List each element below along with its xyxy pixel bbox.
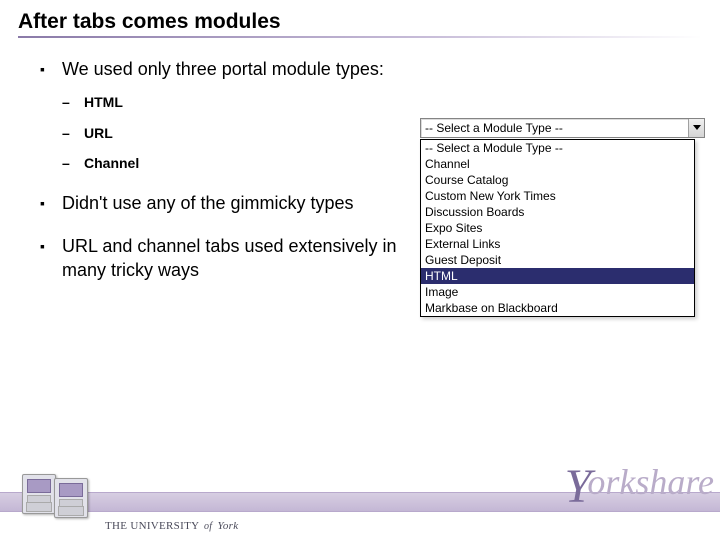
combo-option[interactable]: -- Select a Module Type -- [421, 140, 694, 156]
slide-title: After tabs comes modules [18, 10, 702, 34]
hidden-dropdown-button[interactable] [706, 194, 720, 212]
chevron-down-icon [710, 200, 718, 206]
combo-listbox[interactable]: -- Select a Module Type -- Channel Cours… [420, 139, 695, 317]
bullet-text: We used only three portal module types: [62, 59, 384, 79]
chevron-down-icon [693, 125, 701, 131]
slide: After tabs comes modules We used only th… [0, 0, 720, 540]
university-of: of [204, 521, 212, 532]
logo-y: Y [565, 459, 592, 514]
bullet-item: Didn't use any of the gimmicky types [40, 192, 410, 215]
slide-footer: THE UNIVERSITY of York Yorkshare [0, 472, 720, 540]
bullet-list: We used only three portal module types: … [40, 58, 410, 282]
combo-option[interactable]: Channel [421, 156, 694, 172]
yorkshare-logo: Yorkshare [565, 451, 714, 506]
combo-option[interactable]: Guest Deposit [421, 252, 694, 268]
combo-option[interactable]: Markbase on Blackboard [421, 300, 694, 316]
combo-option[interactable]: Image [421, 284, 694, 300]
server-image [22, 464, 92, 520]
combo-option[interactable]: External Links [421, 236, 694, 252]
combo-dropdown-button[interactable] [688, 119, 704, 137]
content-right: -- Select a Module Type -- ✎ -- Select a… [410, 58, 710, 317]
slide-body: We used only three portal module types: … [0, 38, 720, 317]
university-label: THE UNIVERSITY of York [105, 520, 238, 532]
combo-open-wrap: ✎ -- Select a Module Type -- Channel Cou… [420, 139, 710, 317]
combo-closed[interactable]: -- Select a Module Type -- [420, 118, 705, 138]
bullet-item: We used only three portal module types: … [40, 58, 410, 172]
server-icon [22, 474, 56, 514]
content-left: We used only three portal module types: … [40, 58, 410, 317]
university-name: York [217, 520, 238, 532]
combo-option[interactable]: Course Catalog [421, 172, 694, 188]
sub-bullet-item: HTML [62, 93, 410, 111]
title-area: After tabs comes modules [0, 0, 720, 38]
combo-option[interactable]: Discussion Boards [421, 204, 694, 220]
sub-bullet-list: HTML URL Channel [62, 93, 410, 172]
sub-bullet-item: URL [62, 124, 410, 142]
logo-rest: orkshare [587, 462, 714, 502]
edit-pen-icon[interactable]: ✎ [709, 217, 720, 237]
sub-bullet-item: Channel [62, 154, 410, 172]
module-type-combo: -- Select a Module Type -- ✎ -- Select a… [420, 118, 710, 317]
combo-option-selected[interactable]: HTML [421, 268, 694, 284]
combo-option[interactable]: Expo Sites [421, 220, 694, 236]
university-pre: THE UNIVERSITY [105, 520, 199, 532]
bullet-item: URL and channel tabs used extensively in… [40, 235, 410, 282]
combo-selected-value: -- Select a Module Type -- [421, 119, 688, 137]
server-icon [54, 478, 88, 518]
combo-option[interactable]: Custom New York Times [421, 188, 694, 204]
